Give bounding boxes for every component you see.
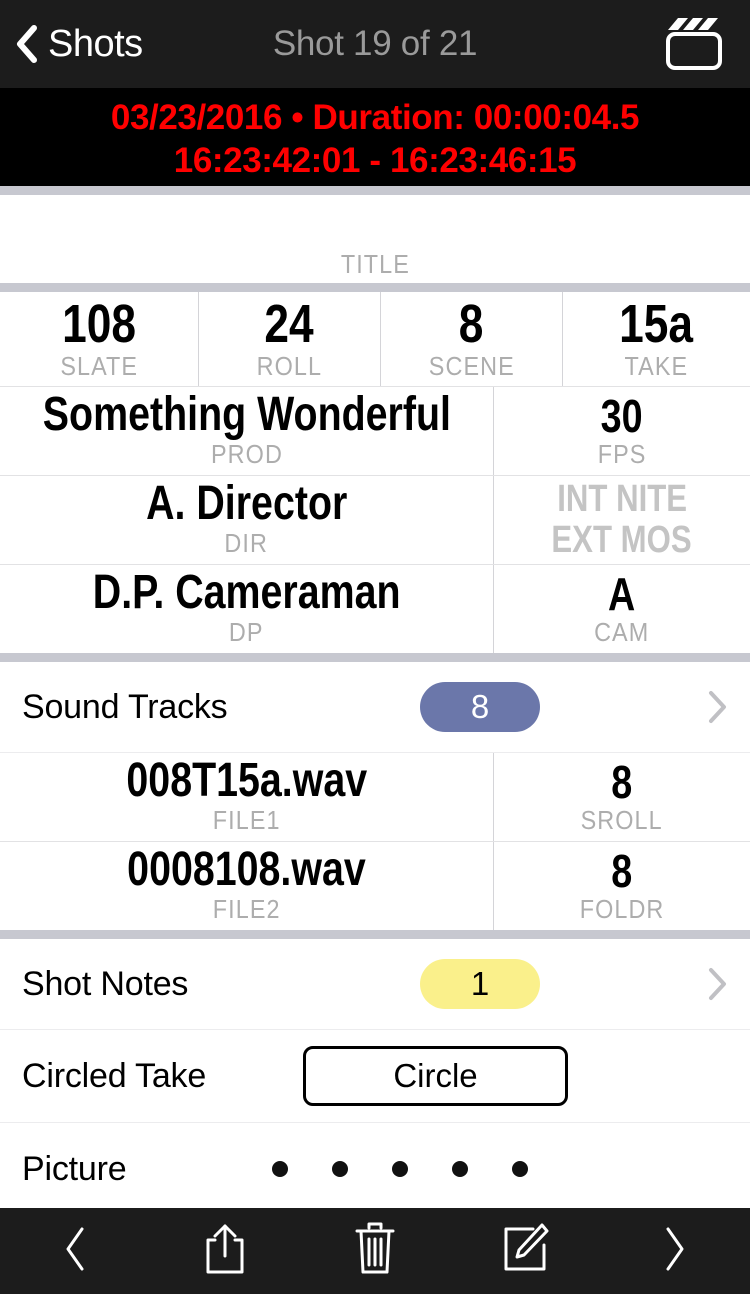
field-title-label: TITLE <box>340 249 410 279</box>
field-file1[interactable]: 008T15a.wav FILE1 <box>0 753 493 841</box>
circled-take-label: Circled Take <box>22 1056 207 1095</box>
picture-dot[interactable] <box>452 1161 468 1177</box>
bottom-toolbar <box>0 1208 750 1294</box>
field-prod-label: PROD <box>210 439 283 469</box>
field-dir[interactable]: A. Director DIR <box>0 476 493 564</box>
shot-notes-row[interactable]: Shot Notes 1 <box>0 939 750 1029</box>
circled-take-row: Circled Take Circle <box>0 1030 750 1122</box>
circle-button[interactable]: Circle <box>303 1046 568 1106</box>
chevron-left-icon <box>16 24 38 64</box>
field-slate-label: SLATE <box>60 351 138 381</box>
timecode-date-duration: 03/23/2016 • Duration: 00:00:04.5 <box>110 98 640 137</box>
field-int-ext[interactable]: INT NITE EXT MOS <box>494 476 750 564</box>
field-take-value: 15a <box>619 294 694 354</box>
chevron-right-icon <box>662 1225 688 1278</box>
field-int-ext-line2: EXT MOS <box>551 519 693 561</box>
shot-notes-label: Shot Notes <box>22 964 189 1003</box>
chevron-right-icon <box>708 967 728 1001</box>
field-sroll-label: SROLL <box>580 805 664 835</box>
field-foldr-label: FOLDR <box>579 894 665 924</box>
field-sroll-value: 8 <box>611 756 633 808</box>
field-roll[interactable]: 24 ROLL <box>199 292 380 386</box>
field-dp[interactable]: D.P. Cameraman DP <box>0 565 493 653</box>
shot-notes-badge: 1 <box>420 959 540 1009</box>
section-separator <box>0 186 750 195</box>
slate-prod-row: Something Wonderful PROD 30 FPS <box>0 387 750 475</box>
field-foldr-value: 8 <box>611 845 633 897</box>
sound-tracks-label: Sound Tracks <box>22 687 228 726</box>
field-dp-value: D.P. Cameraman <box>92 566 401 619</box>
slate-ids-row: 108 SLATE 24 ROLL 8 SCENE 15a TAKE <box>0 292 750 386</box>
picture-dot[interactable] <box>272 1161 288 1177</box>
picture-label: Picture <box>22 1149 127 1188</box>
picture-dot[interactable] <box>332 1161 348 1177</box>
field-fps-value: 30 <box>601 390 643 442</box>
shot-detail-screen: Shots Shot 19 of 21 03/23/2016 • Duratio… <box>0 0 750 1294</box>
field-prod-value: Something Wonderful <box>42 388 451 441</box>
share-icon <box>202 1222 248 1281</box>
sound-tracks-badge: 8 <box>420 682 540 732</box>
field-dp-label: DP <box>229 617 264 647</box>
timecode-range: 16:23:42:01 - 16:23:46:15 <box>173 141 577 180</box>
field-dir-value: A. Director <box>145 477 348 530</box>
back-button[interactable]: Shots <box>0 23 143 66</box>
field-slate[interactable]: 108 SLATE <box>0 292 198 386</box>
picture-dot[interactable] <box>392 1161 408 1177</box>
field-fps[interactable]: 30 FPS <box>494 387 750 475</box>
field-scene-label: SCENE <box>428 351 515 381</box>
clapperboard-icon[interactable] <box>664 16 726 72</box>
field-file2-label: FILE2 <box>212 894 281 924</box>
slate-title-row[interactable]: TITLE <box>0 195 750 283</box>
field-foldr[interactable]: 8 FOLDR <box>494 842 750 930</box>
section-separator <box>0 930 750 939</box>
back-button-label: Shots <box>48 22 143 65</box>
field-scene-value: 8 <box>459 294 484 354</box>
field-slate-value: 108 <box>62 294 136 354</box>
field-file1-value: 008T15a.wav <box>126 754 367 807</box>
field-cam[interactable]: A CAM <box>494 565 750 653</box>
sound-tracks-row[interactable]: Sound Tracks 8 <box>0 662 750 752</box>
slate-dp-row: D.P. Cameraman DP A CAM <box>0 565 750 653</box>
field-dir-label: DIR <box>224 528 269 558</box>
edit-button[interactable] <box>450 1208 600 1294</box>
delete-button[interactable] <box>300 1208 450 1294</box>
field-roll-label: ROLL <box>256 351 323 381</box>
share-button[interactable] <box>150 1208 300 1294</box>
picture-row: Picture <box>0 1123 750 1215</box>
field-take-label: TAKE <box>624 351 689 381</box>
sound-file1-row: 008T15a.wav FILE1 8 SROLL <box>0 753 750 841</box>
section-separator <box>0 283 750 292</box>
field-title[interactable]: TITLE <box>0 195 750 283</box>
field-roll-value: 24 <box>264 294 315 354</box>
field-scene[interactable]: 8 SCENE <box>381 292 562 386</box>
picture-dots[interactable] <box>272 1161 528 1177</box>
trash-icon <box>353 1222 397 1281</box>
chevron-right-icon <box>708 690 728 724</box>
section-separator <box>0 653 750 662</box>
field-file2[interactable]: 0008108.wav FILE2 <box>0 842 493 930</box>
timecode-banner: 03/23/2016 • Duration: 00:00:04.5 16:23:… <box>0 88 750 186</box>
slate-dir-row: A. Director DIR INT NITE EXT MOS <box>0 476 750 564</box>
field-cam-value: A <box>608 568 636 620</box>
field-fps-label: FPS <box>597 439 647 469</box>
compose-icon <box>500 1223 550 1280</box>
field-int-ext-line1: INT NITE <box>557 478 687 520</box>
field-take[interactable]: 15a TAKE <box>563 292 750 386</box>
picture-dot[interactable] <box>512 1161 528 1177</box>
navigation-bar: Shots Shot 19 of 21 <box>0 0 750 88</box>
field-file1-label: FILE1 <box>212 805 281 835</box>
field-file2-value: 0008108.wav <box>127 843 366 896</box>
chevron-left-icon <box>62 1225 88 1278</box>
sound-file2-row: 0008108.wav FILE2 8 FOLDR <box>0 842 750 930</box>
previous-button[interactable] <box>0 1208 150 1294</box>
field-prod[interactable]: Something Wonderful PROD <box>0 387 493 475</box>
field-sroll[interactable]: 8 SROLL <box>494 753 750 841</box>
field-cam-label: CAM <box>594 617 650 647</box>
next-button[interactable] <box>600 1208 750 1294</box>
